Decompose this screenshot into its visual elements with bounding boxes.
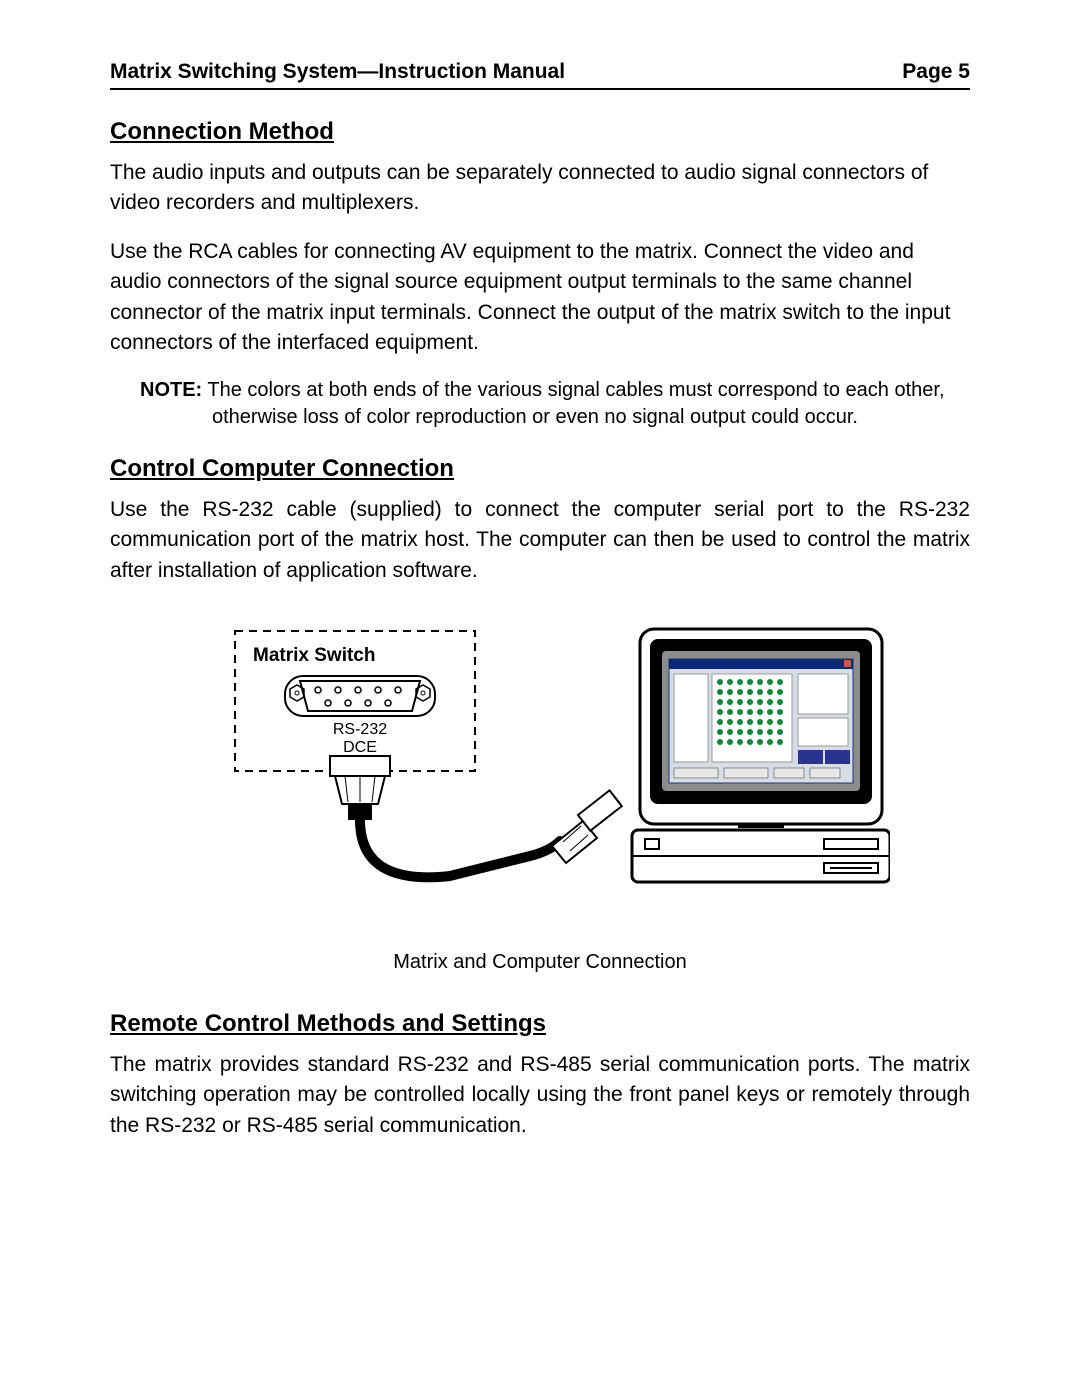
diagram-svg: Matrix Switch RS-232 DCE — [190, 626, 890, 896]
computer-icon — [632, 629, 890, 882]
port-label-dce: DCE — [343, 739, 377, 756]
paragraph: The matrix provides standard RS-232 and … — [110, 1050, 970, 1141]
section-heading-connection-method: Connection Method — [110, 118, 970, 146]
header-page: Page 5 — [902, 60, 970, 84]
paragraph: The audio inputs and outputs can be sepa… — [110, 158, 970, 219]
cable-connector-icon — [552, 790, 622, 863]
cable-connector-icon — [330, 756, 390, 820]
cable-icon — [360, 820, 560, 877]
note-block: NOTE: The colors at both ends of the var… — [110, 377, 970, 431]
paragraph: Use the RCA cables for connecting AV equ… — [110, 237, 970, 359]
section-heading-remote-control: Remote Control Methods and Settings — [110, 1010, 970, 1038]
port-label-rs232: RS-232 — [333, 721, 387, 738]
note-label: NOTE: — [140, 379, 202, 401]
section-heading-control-computer: Control Computer Connection — [110, 455, 970, 483]
matrix-switch-label: Matrix Switch — [253, 645, 375, 666]
figure-caption: Matrix and Computer Connection — [110, 951, 970, 974]
note-text: The colors at both ends of the various s… — [202, 379, 944, 428]
page-header: Matrix Switching System—Instruction Manu… — [110, 60, 970, 90]
db9-port-icon — [285, 676, 435, 716]
header-title: Matrix Switching System—Instruction Manu… — [110, 60, 565, 84]
figure-matrix-computer: Matrix Switch RS-232 DCE — [110, 626, 970, 974]
paragraph: Use the RS-232 cable (supplied) to conne… — [110, 495, 970, 586]
